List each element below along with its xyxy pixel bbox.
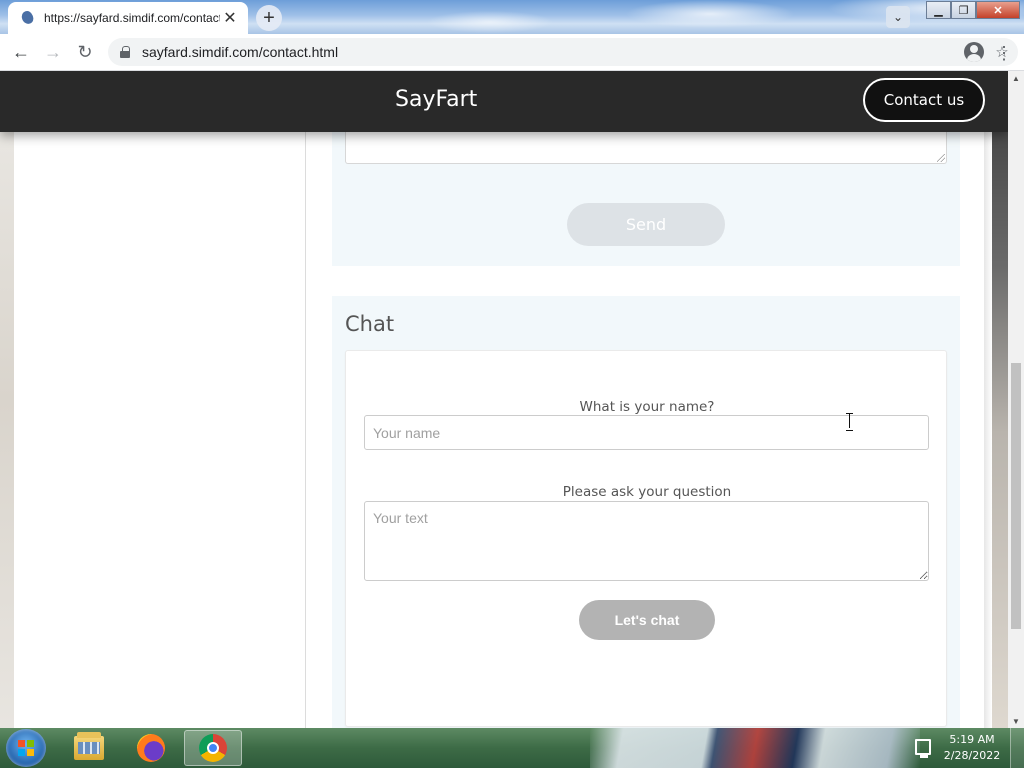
start-button[interactable] [6,729,46,767]
page-scrollbar[interactable]: ▲ ▼ [1008,71,1024,728]
scrollbar-thumb[interactable] [1011,363,1021,629]
profile-avatar-icon [964,42,984,62]
taskbar-firefox[interactable] [122,730,180,766]
question-label: Please ask your question [562,484,732,500]
reload-button[interactable]: ↻ [69,36,101,68]
site-header: SayFart Contact us [0,71,1008,132]
background-image-left [0,71,14,728]
clock-time: 5:19 AM [949,733,995,746]
profile-button[interactable] [958,42,990,62]
browser-toolbar: ← → ↻ sayfard.simdif.com/contact.html ⇪ … [0,34,1024,71]
chrome-icon [199,734,227,762]
window-controls: ▁ ❐ ✕ [926,1,1020,19]
system-clock[interactable]: 5:19 AM 2/28/2022 [940,732,1004,764]
window-minimize-button[interactable]: ▁ [926,1,951,19]
question-textarea[interactable] [364,501,929,581]
browser-tab[interactable]: https://sayfard.simdif.com/contact.html … [8,2,248,34]
send-button[interactable]: Send [567,203,725,246]
address-bar[interactable]: sayfard.simdif.com/contact.html ⇪ ☆ [108,38,1018,66]
text-cursor-icon [846,413,853,431]
new-tab-button[interactable]: + [256,5,282,31]
left-sidebar [14,71,306,728]
chat-form: What is your name? Please ask your quest… [345,350,947,727]
chat-section: Chat What is your name? Please ask your … [332,296,960,728]
lets-chat-button[interactable]: Let's chat [579,600,715,640]
scroll-down-arrow-icon[interactable]: ▼ [1008,714,1024,728]
contact-us-button[interactable]: Contact us [863,78,985,122]
tab-search-button[interactable]: ⌄ [886,6,910,28]
name-input[interactable] [364,415,929,450]
chat-heading: Chat [345,312,395,336]
resize-handle-icon[interactable] [937,154,945,162]
browser-menu-icon[interactable]: ⋮ [992,40,1016,66]
main-content: Send Chat What is your name? Please ask … [307,71,985,728]
windows-explorer-icon [74,732,104,760]
site-favicon-icon [20,10,36,26]
firefox-icon [137,734,165,762]
network-tray-icon[interactable] [915,739,931,758]
tab-title: https://sayfard.simdif.com/contact.html [44,11,220,25]
back-button[interactable]: ← [5,36,37,68]
lock-icon[interactable] [120,46,130,58]
address-url[interactable]: sayfard.simdif.com/contact.html [142,44,338,60]
background-image-right [992,71,1008,728]
scroll-up-arrow-icon[interactable]: ▲ [1008,71,1024,85]
name-label: What is your name? [579,399,715,415]
window-close-button[interactable]: ✕ [976,1,1020,19]
window-restore-button[interactable]: ❐ [951,1,976,19]
taskbar-chrome[interactable] [184,730,242,766]
clock-date: 2/28/2022 [943,749,1001,762]
page-viewport: Send Chat What is your name? Please ask … [0,71,1008,728]
site-title[interactable]: SayFart [395,87,477,112]
show-desktop-button[interactable] [1010,728,1024,768]
content-edge [984,71,992,728]
tab-close-icon[interactable]: ✕ [220,8,240,28]
taskbar-windows-explorer[interactable] [60,730,118,766]
browser-tab-strip: https://sayfard.simdif.com/contact.html … [0,0,1024,34]
windows-taskbar: 5:19 AM 2/28/2022 [0,728,1024,768]
forward-button[interactable]: → [37,36,69,68]
